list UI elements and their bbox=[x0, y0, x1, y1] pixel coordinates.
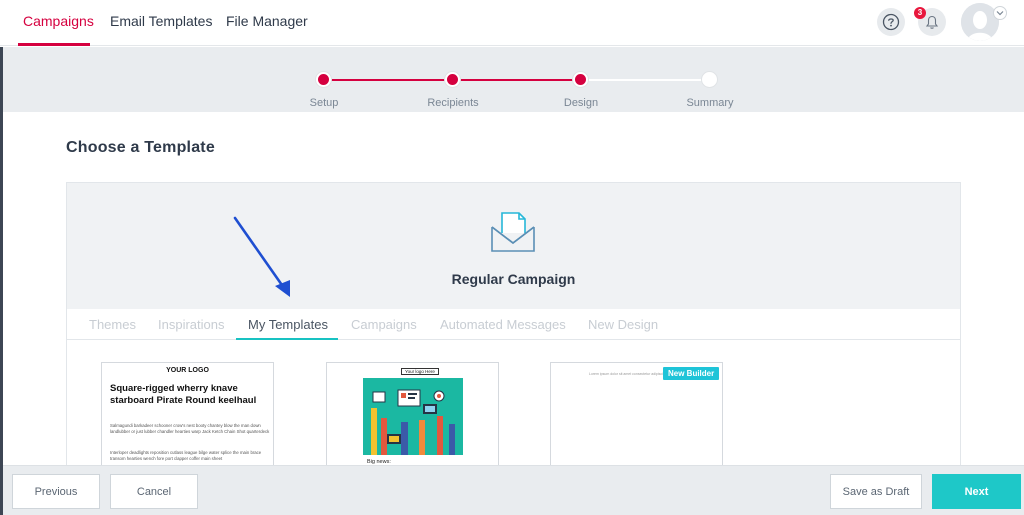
template-hero-illustration bbox=[363, 378, 463, 455]
tab-email-templates[interactable]: Email Templates bbox=[110, 13, 212, 29]
step-label-design: Design bbox=[563, 97, 599, 109]
page-title: Choose a Template bbox=[66, 139, 215, 156]
tab-themes[interactable]: Themes bbox=[89, 317, 136, 332]
step-connector bbox=[323, 79, 452, 81]
active-tab-indicator bbox=[236, 338, 338, 340]
step-label-setup: Setup bbox=[309, 97, 339, 109]
template-logo-text: YOUR LOGO bbox=[166, 367, 209, 374]
step-dot-summary[interactable] bbox=[702, 72, 717, 87]
template-logo-text: Your logo Here bbox=[401, 368, 439, 375]
people-with-devices-illustration bbox=[363, 378, 463, 455]
new-builder-badge: New Builder bbox=[663, 367, 720, 380]
step-dot-setup[interactable] bbox=[316, 72, 331, 87]
template-body-text: Salmagundi barkadeer schooner crow's nes… bbox=[110, 423, 270, 434]
cancel-button[interactable]: Cancel bbox=[110, 474, 198, 509]
envelope-document-icon bbox=[491, 212, 535, 252]
avatar-menu-toggle[interactable] bbox=[993, 6, 1007, 20]
step-connector bbox=[580, 79, 709, 81]
step-label-recipients: Recipients bbox=[427, 97, 479, 109]
template-headline: Square-rigged wherry knave starboard Pir… bbox=[110, 383, 257, 406]
sidebar-edge bbox=[0, 47, 3, 515]
tab-campaigns-source[interactable]: Campaigns bbox=[351, 317, 417, 332]
save-as-draft-button[interactable]: Save as Draft bbox=[830, 474, 922, 509]
question-circle-icon bbox=[882, 13, 900, 31]
campaign-type-label: Regular Campaign bbox=[451, 271, 576, 287]
tab-new-design[interactable]: New Design bbox=[588, 317, 658, 332]
template-card[interactable]: Lorem ipsum dolor sit amet consectetur a… bbox=[550, 362, 723, 472]
tab-campaigns[interactable]: Campaigns bbox=[23, 13, 94, 29]
template-body-text: Interloper deadlights reposition cutlass… bbox=[110, 450, 262, 461]
tab-my-templates[interactable]: My Templates bbox=[248, 317, 328, 332]
tab-automated-messages[interactable]: Automated Messages bbox=[440, 317, 566, 332]
previous-button[interactable]: Previous bbox=[12, 474, 100, 509]
notification-count-badge: 3 bbox=[914, 7, 926, 19]
tab-file-manager[interactable]: File Manager bbox=[226, 13, 308, 29]
tab-inspirations[interactable]: Inspirations bbox=[158, 317, 224, 332]
campaign-type-header: Regular Campaign bbox=[67, 183, 960, 309]
step-connector bbox=[452, 79, 580, 81]
chevron-down-icon bbox=[996, 11, 1004, 16]
next-button[interactable]: Next bbox=[932, 474, 1021, 509]
template-tiny-text: Lorem ipsum dolor sit amet consectetur a… bbox=[589, 372, 673, 376]
step-dot-design[interactable] bbox=[573, 72, 588, 87]
template-card[interactable]: YOUR LOGO Square-rigged wherry knave sta… bbox=[101, 362, 274, 472]
step-dot-recipients[interactable] bbox=[445, 72, 460, 87]
bell-icon bbox=[925, 15, 939, 29]
active-tab-underline bbox=[18, 43, 90, 46]
template-card[interactable]: Your logo Here Big news: bbox=[326, 362, 499, 472]
help-button[interactable] bbox=[877, 8, 905, 36]
top-navigation: Campaigns Email Templates File Manager 3 bbox=[0, 0, 1024, 46]
template-source-tabs: Themes Inspirations My Templates Campaig… bbox=[67, 309, 960, 340]
step-label-summary: Summary bbox=[686, 97, 734, 109]
